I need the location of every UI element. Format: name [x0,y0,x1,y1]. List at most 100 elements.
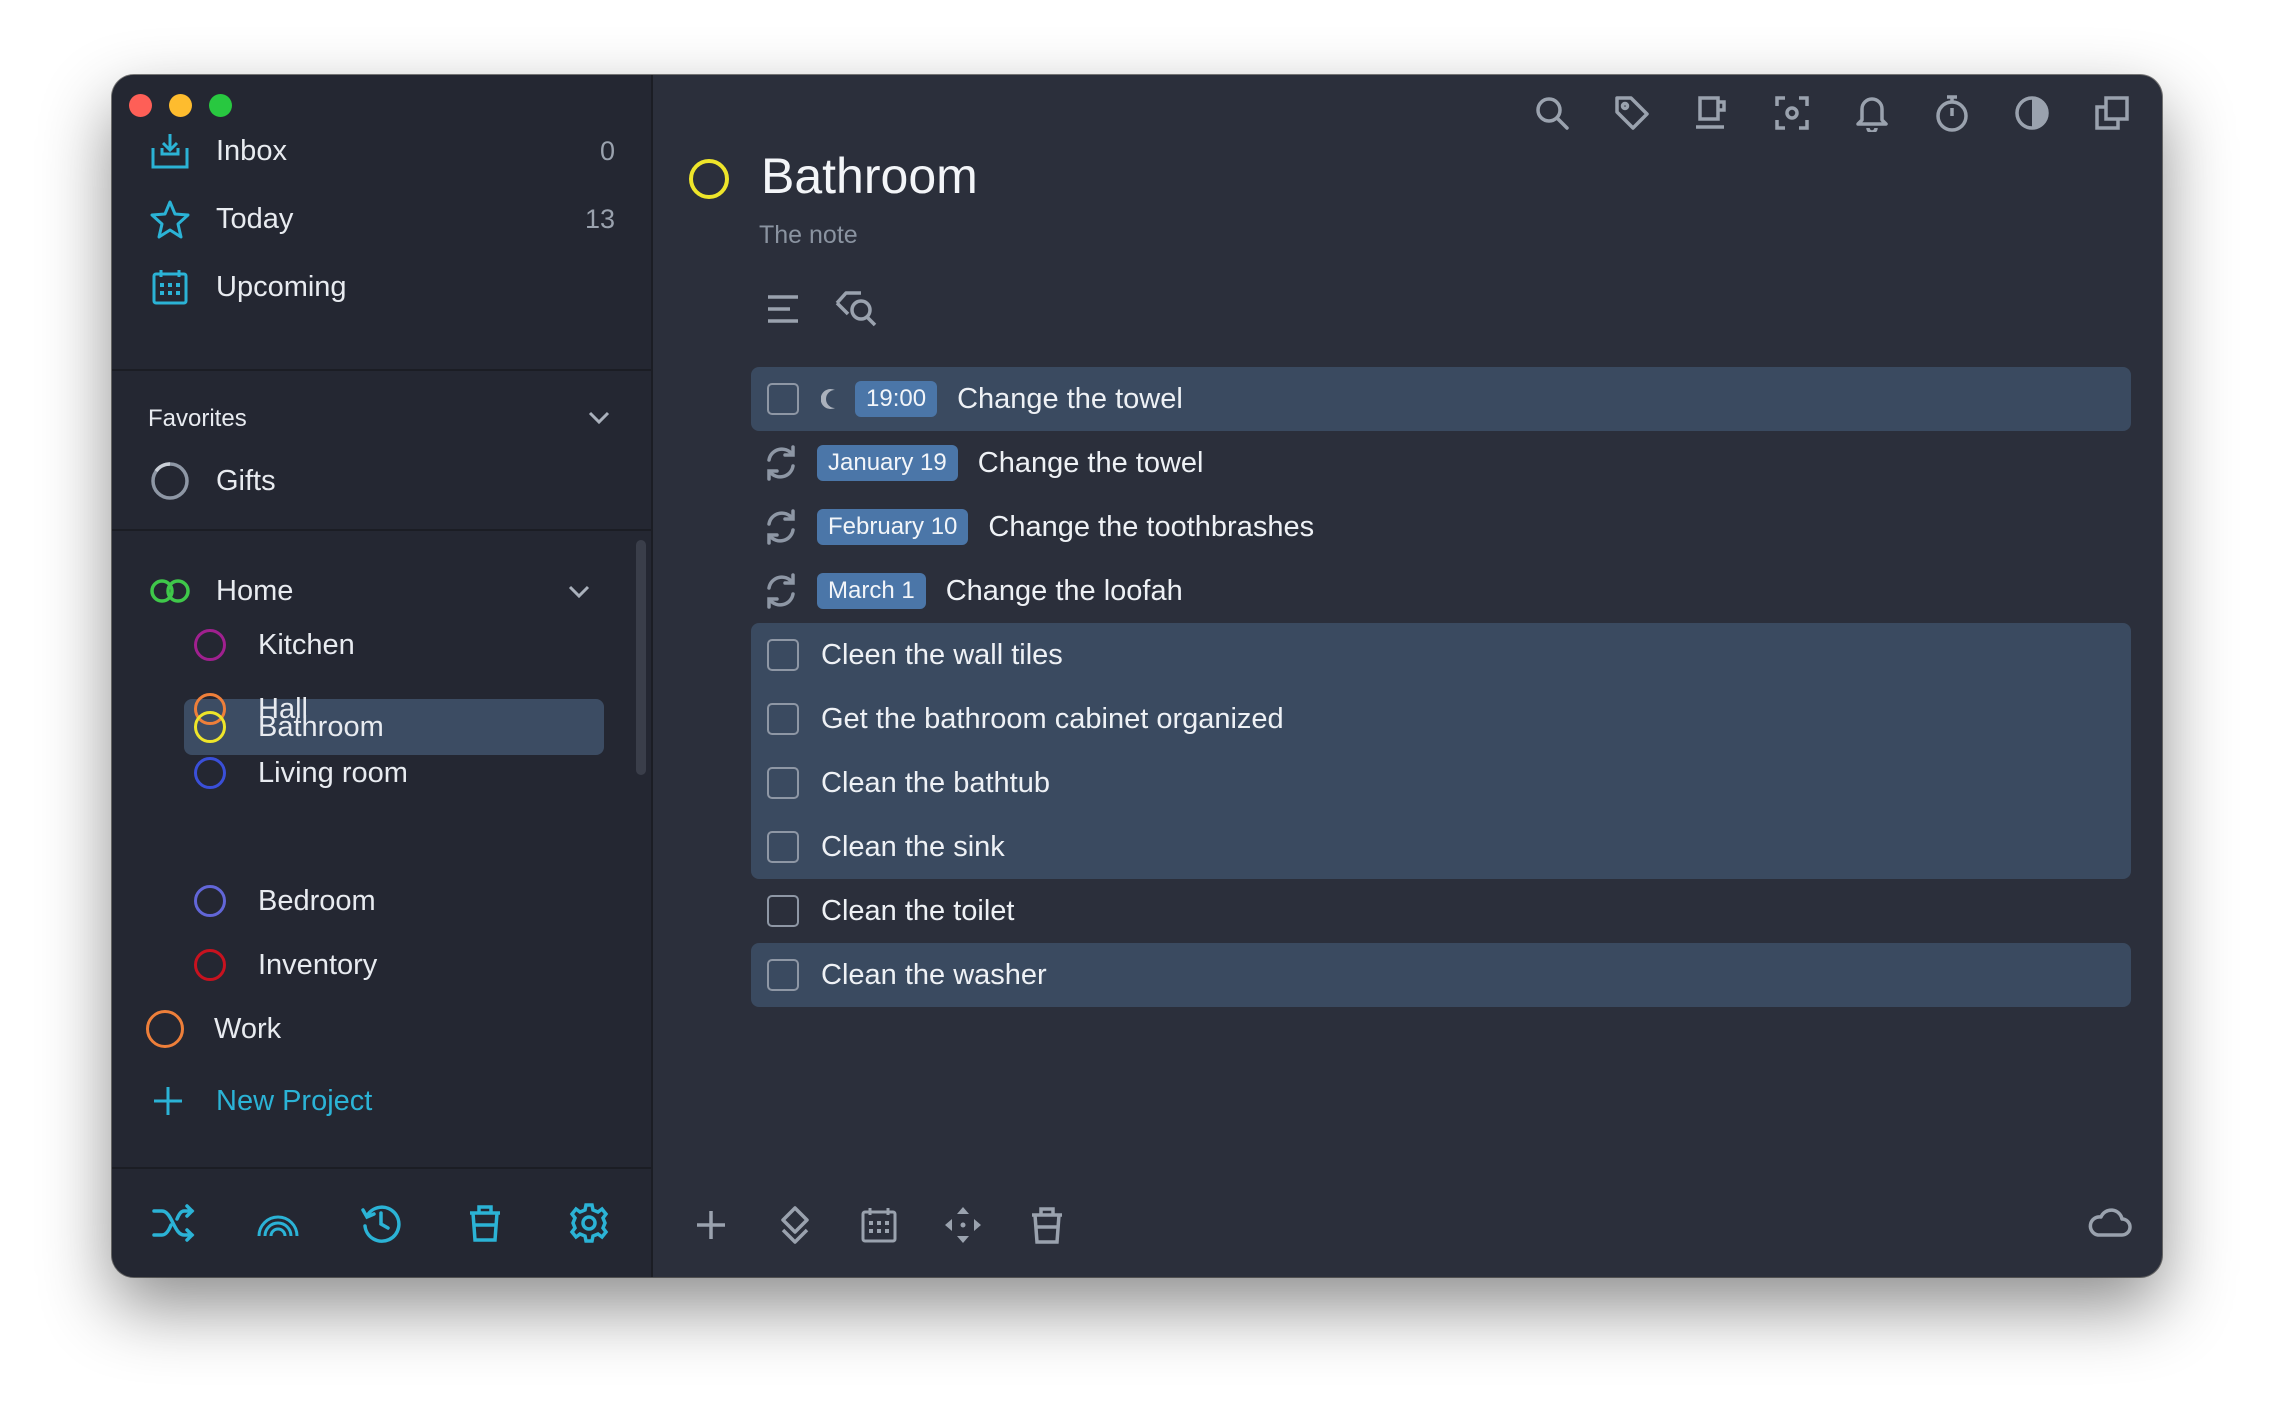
task-checkbox[interactable] [767,639,799,671]
favorites-header[interactable]: Favorites [148,405,611,433]
main-bottom-bar [689,1203,1069,1247]
new-project-label: New Project [216,1084,373,1117]
task-checkbox[interactable] [767,767,799,799]
task-label[interactable]: Clean the bathtub [821,767,1050,800]
date-badge[interactable]: January 19 [817,445,958,481]
sidebar-item-gifts[interactable]: Gifts [148,453,615,509]
date-badge[interactable]: March 1 [817,573,926,609]
app-window: Inbox 0 Today 13 Upcoming Favorites Gift… [112,75,2162,1277]
project-ring-icon [194,885,226,917]
task-row[interactable]: March 1 Change the loofah [761,559,2136,623]
task-label[interactable]: Get the bathroom cabinet organized [821,703,1284,736]
inbox-icon [148,129,192,173]
sidebar-item-inventory[interactable]: Inventory [194,937,377,993]
contrast-icon[interactable] [2012,93,2052,133]
task-label[interactable]: Clean the washer [821,959,1047,992]
page-title[interactable]: Bathroom [761,147,978,205]
task-row[interactable]: 19:00 Change the towel [761,367,2136,431]
history-icon[interactable] [357,1199,405,1247]
repeat-icon[interactable] [761,571,801,611]
divider [112,369,651,371]
project-ring-icon [146,1010,184,1048]
calendar-icon[interactable] [857,1203,901,1247]
sidebar-item-upcoming[interactable]: Upcoming [148,259,615,315]
today-count: 13 [584,203,615,234]
zoom-window-button[interactable] [209,94,232,117]
top-toolbar [1532,93,2132,133]
calendar-icon [148,265,192,309]
close-window-button[interactable] [129,94,152,117]
sidebar-item-today[interactable]: Today 13 [148,191,615,247]
task-row[interactable]: January 19 Change the towel [761,431,2136,495]
sidebar-item-label: Home [216,574,294,607]
sidebar-item-label: Living room [258,756,408,789]
bell-icon[interactable] [1852,93,1892,133]
task-label[interactable]: Clean the toilet [821,895,1014,928]
sidebar-item-label: Inventory [258,948,378,981]
project-note[interactable]: The note [759,221,858,250]
project-ring-icon [194,949,226,981]
sidebar-item-label: Kitchen [258,628,355,661]
window-controls [129,94,232,117]
search-icon[interactable] [1532,93,1572,133]
rainbow-icon[interactable] [254,1199,302,1247]
shuffle-icon[interactable] [150,1199,198,1247]
repeat-icon[interactable] [761,507,801,547]
task-label[interactable]: Change the toothbrashes [988,511,1314,544]
list-icon[interactable] [761,287,805,331]
sidebar-item-inbox[interactable]: Inbox 0 [148,123,615,179]
sidebar-item-label: Bedroom [258,884,376,917]
sidebar-item-home[interactable]: Home [148,563,615,619]
search-tag-icon[interactable] [835,287,879,331]
task-row[interactable]: Clean the washer [761,943,2136,1007]
task-checkbox[interactable] [767,959,799,991]
chevron-down-icon[interactable] [567,575,591,608]
task-checkbox[interactable] [767,383,799,415]
move-icon[interactable] [773,1203,817,1247]
sidebar-item-label: Bathroom [258,710,384,743]
task-checkbox[interactable] [767,895,799,927]
task-label[interactable]: Change the towel [957,383,1183,416]
gear-icon[interactable] [565,1199,613,1247]
new-project-button[interactable]: New Project [148,1073,372,1129]
sidebar-scrollbar[interactable] [636,540,646,775]
task-checkbox[interactable] [767,703,799,735]
trash-icon[interactable] [1025,1203,1069,1247]
timer-icon[interactable] [1932,93,1972,133]
trash-icon[interactable] [461,1199,509,1247]
task-row[interactable]: February 10 Change the toothbrashes [761,495,2136,559]
chevron-down-icon[interactable] [587,405,611,433]
task-row[interactable]: Clean the bathtub [761,751,2136,815]
task-row[interactable]: Get the bathroom cabinet organized [761,687,2136,751]
task-label[interactable]: Change the towel [978,447,1204,480]
task-checkbox[interactable] [767,831,799,863]
project-ring-icon [194,629,226,661]
project-ring-icon [194,711,226,743]
task-row[interactable]: Clean the toilet [761,879,2136,943]
focus-icon[interactable] [1772,93,1812,133]
task-label[interactable]: Cleen the wall tiles [821,639,1063,672]
tag-icon[interactable] [1612,93,1652,133]
plus-icon[interactable] [689,1203,733,1247]
sidebar-item-label: Gifts [216,464,276,497]
task-label[interactable]: Clean the sink [821,831,1005,864]
plus-icon [148,1085,188,1117]
cloud-icon[interactable] [2088,1208,2132,1243]
sidebar: Inbox 0 Today 13 Upcoming Favorites Gift… [112,75,653,1277]
date-badge[interactable]: 19:00 [855,381,938,417]
task-label[interactable]: Change the loofah [946,575,1183,608]
coffee-icon[interactable] [1692,93,1732,133]
star-icon [148,197,192,241]
sidebar-item-kitchen[interactable]: Kitchen [194,617,355,673]
sidebar-item-bedroom[interactable]: Bedroom [194,873,376,929]
minimize-window-button[interactable] [169,94,192,117]
task-row[interactable]: Cleen the wall tiles [761,623,2136,687]
arrows-icon[interactable] [941,1203,985,1247]
task-row[interactable]: Clean the sink [761,815,2136,879]
repeat-icon[interactable] [761,443,801,483]
copy-icon[interactable] [2092,93,2132,133]
date-badge[interactable]: February 10 [817,509,969,545]
moon-icon [821,388,841,410]
sidebar-item-work[interactable]: Work [146,1001,281,1057]
sidebar-item-bathroom[interactable]: Bathroom [194,699,384,755]
